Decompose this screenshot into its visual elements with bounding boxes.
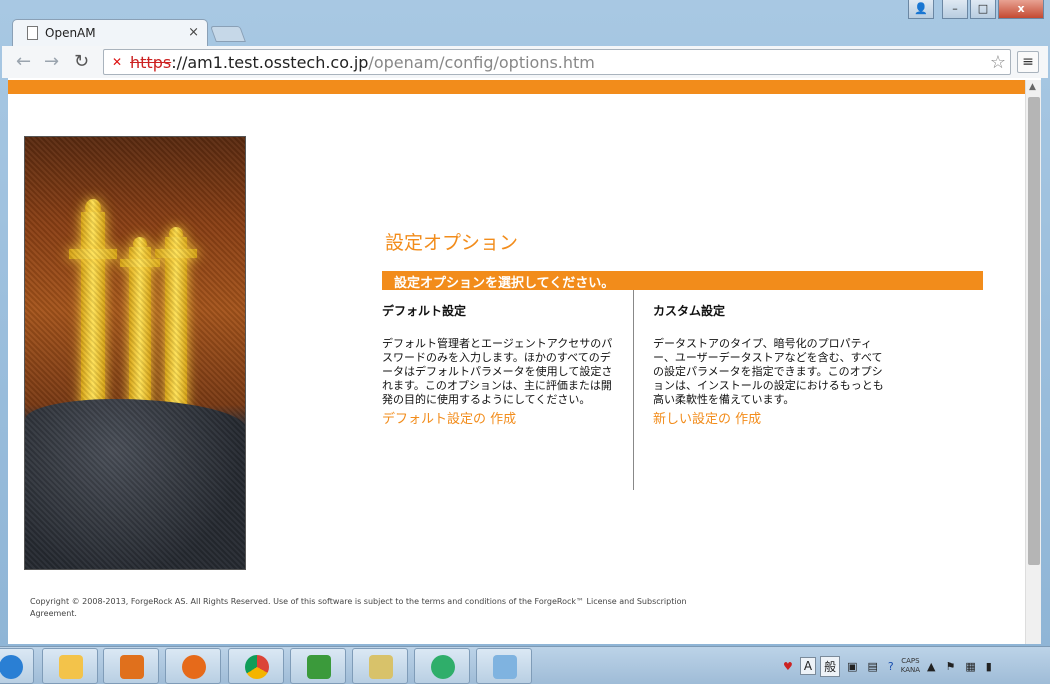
volume-icon[interactable]: ▮ [983, 659, 995, 674]
sword-pommel [169, 227, 183, 241]
folder-icon [59, 655, 83, 679]
kana-label: KANA [900, 666, 921, 674]
reload-button[interactable]: ↻ [74, 51, 89, 72]
create-new-config-link[interactable]: 新しい設定の 作成 [653, 408, 885, 427]
chrome-menu-icon[interactable]: ≡ [1017, 51, 1039, 73]
custom-config-column: カスタム設定 データストアのタイプ、暗号化のプロパティー、ユーザーデータストアな… [653, 302, 885, 427]
page-viewport: 設定オプション 設定オプションを選択してください。 デフォルト設定 デフォルト管… [8, 78, 1041, 644]
sword-hilt [155, 249, 197, 258]
taskbar-atom-app[interactable] [414, 648, 470, 684]
ime-tools-icon[interactable]: ▣ [844, 659, 860, 674]
url-text[interactable]: https://am1.test.osstech.co.jp/openam/co… [130, 53, 595, 72]
default-config-title: デフォルト設定 [382, 304, 467, 318]
tab-title: OpenAM [45, 26, 96, 40]
bookmark-star-icon[interactable]: ☆ [990, 52, 1006, 73]
taskbar-spreadsheet[interactable] [290, 648, 346, 684]
desktop-screen: OpenAM × 👤 – □ x ← → ↻ ✕ https://am1.tes… [0, 0, 1050, 684]
heart-icon[interactable]: ♥ [780, 659, 796, 674]
select-prompt-text: 設定オプションを選択してください。 [394, 276, 615, 291]
url-host: ://am1.test.osstech.co.jp [171, 53, 369, 72]
taskbar-internet-explorer[interactable] [0, 648, 34, 684]
firefox-icon [182, 655, 206, 679]
back-button[interactable]: ← [16, 51, 31, 72]
scroll-up-arrow-icon[interactable]: ▲ [1029, 82, 1036, 92]
custom-config-description: データストアのタイプ、暗号化のプロパティー、ユーザーデータストアなどを含む、すべ… [653, 337, 884, 406]
copyright-footer: Copyright © 2008-2013, ForgeRock AS. All… [30, 597, 687, 618]
ime-input-mode[interactable]: A [799, 657, 817, 675]
browser-toolbar: ← → ↻ ✕ https://am1.test.osstech.co.jp/o… [2, 46, 1048, 78]
tab-strip: OpenAM × 👤 – □ x [0, 0, 1050, 46]
address-bar[interactable]: ✕ https://am1.test.osstech.co.jp/openam/… [103, 49, 1011, 75]
ime-conversion-mode[interactable]: 般 [820, 655, 841, 677]
forward-button[interactable]: → [44, 51, 59, 72]
select-prompt-bar: 設定オプションを選択してください。 [382, 271, 983, 291]
sword-pommel [85, 199, 101, 217]
scroll-thumb[interactable] [1028, 97, 1040, 565]
url-scheme: https [130, 53, 172, 72]
spreadsheet-icon [307, 655, 331, 679]
internet-explorer-icon [0, 655, 23, 679]
caps-kana-indicator: CAPS KANA [901, 657, 920, 675]
caps-label: CAPS [901, 657, 920, 665]
minimize-button[interactable]: – [942, 0, 968, 19]
page-title: 設定オプション [385, 232, 519, 254]
rock-base [25, 399, 245, 569]
taskbar-chrome[interactable] [228, 648, 284, 684]
taskbar-notepad[interactable] [476, 648, 532, 684]
url-path: /openam/config/options.htm [368, 53, 595, 72]
default-config-description: デフォルト管理者とエージェントアクセサのパスワードのみを入力します。ほかのすべて… [382, 337, 613, 406]
broken-lock-icon[interactable]: ✕ [112, 55, 126, 69]
create-default-config-link[interactable]: デフォルト設定の 作成 [382, 408, 614, 427]
chrome-icon [245, 655, 269, 679]
sword-hilt [120, 259, 160, 267]
vertical-scrollbar[interactable]: ▲ [1025, 80, 1041, 644]
close-tab-icon[interactable]: × [188, 25, 199, 40]
window-controls: 👤 – □ x [908, 0, 1044, 20]
windows-taskbar: ♥ A 般 ▣ ▤ ? CAPS KANA ▲ ⚑ ▦ ▮ [0, 646, 1050, 684]
default-config-column: デフォルト設定 デフォルト管理者とエージェントアクセサのパスワードのみを入力しま… [382, 302, 614, 427]
taskbar-firefox[interactable] [165, 648, 221, 684]
user-icon[interactable]: 👤 [908, 0, 934, 19]
network-icon[interactable]: ▦ [962, 659, 978, 674]
taskbar-terminal[interactable] [352, 648, 408, 684]
terminal-icon [369, 655, 393, 679]
page-icon [27, 26, 38, 40]
maximize-button[interactable]: □ [970, 0, 996, 19]
column-divider [633, 290, 634, 490]
tray-expand-icon[interactable]: ▲ [924, 659, 938, 674]
close-window-button[interactable]: x [998, 0, 1044, 19]
sword-pommel [133, 237, 147, 251]
new-tab-button[interactable] [210, 26, 246, 42]
notepad-icon [493, 655, 517, 679]
action-center-flag-icon[interactable]: ⚑ [943, 659, 959, 674]
sword-blade [165, 237, 187, 422]
system-tray: ♥ A 般 ▣ ▤ ? CAPS KANA ▲ ⚑ ▦ ▮ [780, 651, 995, 681]
media-player-icon [120, 655, 144, 679]
custom-config-title: カスタム設定 [653, 304, 726, 318]
sword-blade [129, 247, 151, 422]
taskbar-file-explorer[interactable] [42, 648, 98, 684]
ime-dictionary-icon[interactable]: ▤ [865, 659, 881, 674]
help-icon[interactable]: ? [885, 659, 897, 674]
sword-blade [81, 212, 105, 412]
header-bar [8, 80, 1025, 94]
taskbar-media-player[interactable] [103, 648, 159, 684]
atom-icon [431, 655, 455, 679]
hero-image-swords [24, 136, 246, 570]
tab-openam[interactable]: OpenAM × [12, 19, 208, 46]
browser-window: OpenAM × 👤 – □ x ← → ↻ ✕ https://am1.tes… [0, 0, 1050, 646]
sword-hilt [69, 249, 117, 259]
